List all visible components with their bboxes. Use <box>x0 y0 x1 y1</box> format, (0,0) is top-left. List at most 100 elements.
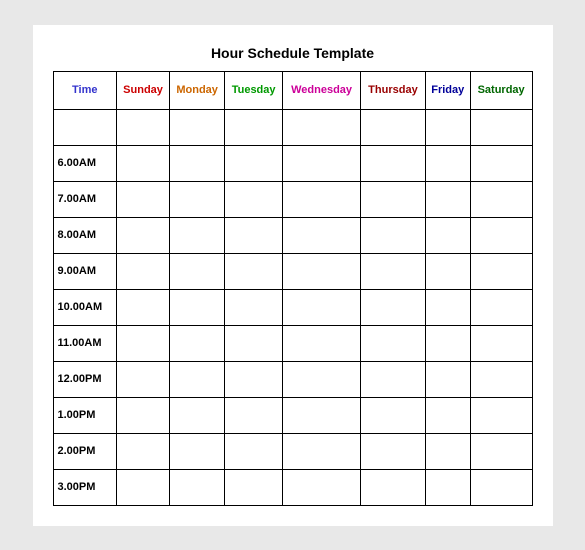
schedule-cell <box>470 469 532 505</box>
schedule-cell <box>170 433 225 469</box>
time-cell: 2.00PM <box>53 433 117 469</box>
schedule-cell <box>425 181 470 217</box>
table-row: 2.00PM <box>53 433 532 469</box>
table-row: 1.00PM <box>53 397 532 433</box>
schedule-cell <box>283 433 361 469</box>
schedule-cell <box>117 469 170 505</box>
col-tuesday: Tuesday <box>225 71 283 109</box>
schedule-table: Time Sunday Monday Tuesday Wednesday Thu… <box>53 71 533 506</box>
schedule-cell <box>283 109 361 145</box>
time-cell: 6.00AM <box>53 145 117 181</box>
schedule-cell <box>361 181 426 217</box>
schedule-cell <box>170 181 225 217</box>
col-time: Time <box>53 71 117 109</box>
time-cell <box>53 109 117 145</box>
schedule-cell <box>225 289 283 325</box>
time-cell: 8.00AM <box>53 217 117 253</box>
schedule-cell <box>170 361 225 397</box>
schedule-cell <box>361 217 426 253</box>
time-cell: 1.00PM <box>53 397 117 433</box>
schedule-cell <box>425 289 470 325</box>
schedule-cell <box>425 145 470 181</box>
schedule-page: Hour Schedule Template Time Sunday Monda… <box>33 25 553 526</box>
table-row: 10.00AM <box>53 289 532 325</box>
schedule-cell <box>117 181 170 217</box>
schedule-cell <box>283 145 361 181</box>
table-row: 11.00AM <box>53 325 532 361</box>
schedule-cell <box>117 253 170 289</box>
table-row: 8.00AM <box>53 217 532 253</box>
schedule-cell <box>361 253 426 289</box>
schedule-cell <box>225 433 283 469</box>
schedule-cell <box>170 325 225 361</box>
schedule-cell <box>361 397 426 433</box>
schedule-cell <box>117 289 170 325</box>
schedule-body: 6.00AM7.00AM8.00AM9.00AM10.00AM11.00AM12… <box>53 109 532 505</box>
schedule-cell <box>470 289 532 325</box>
schedule-cell <box>283 289 361 325</box>
schedule-cell <box>470 181 532 217</box>
schedule-cell <box>225 361 283 397</box>
table-row: 9.00AM <box>53 253 532 289</box>
time-cell: 9.00AM <box>53 253 117 289</box>
schedule-cell <box>117 397 170 433</box>
schedule-cell <box>425 253 470 289</box>
schedule-cell <box>361 325 426 361</box>
schedule-cell <box>470 109 532 145</box>
schedule-cell <box>225 145 283 181</box>
schedule-cell <box>425 109 470 145</box>
page-title: Hour Schedule Template <box>53 45 533 61</box>
time-cell: 11.00AM <box>53 325 117 361</box>
schedule-cell <box>225 469 283 505</box>
schedule-cell <box>470 217 532 253</box>
schedule-cell <box>425 397 470 433</box>
schedule-cell <box>117 325 170 361</box>
schedule-cell <box>470 433 532 469</box>
schedule-cell <box>117 145 170 181</box>
schedule-cell <box>470 253 532 289</box>
schedule-cell <box>283 217 361 253</box>
col-monday: Monday <box>170 71 225 109</box>
col-thursday: Thursday <box>361 71 426 109</box>
schedule-cell <box>283 361 361 397</box>
schedule-cell <box>470 145 532 181</box>
time-cell: 3.00PM <box>53 469 117 505</box>
schedule-cell <box>283 181 361 217</box>
col-friday: Friday <box>425 71 470 109</box>
col-saturday: Saturday <box>470 71 532 109</box>
col-sunday: Sunday <box>117 71 170 109</box>
schedule-cell <box>425 469 470 505</box>
schedule-cell <box>225 217 283 253</box>
schedule-cell <box>225 253 283 289</box>
time-cell: 12.00PM <box>53 361 117 397</box>
schedule-cell <box>170 289 225 325</box>
col-wednesday: Wednesday <box>283 71 361 109</box>
time-cell: 10.00AM <box>53 289 117 325</box>
schedule-cell <box>117 217 170 253</box>
schedule-cell <box>361 145 426 181</box>
schedule-cell <box>470 325 532 361</box>
schedule-cell <box>225 181 283 217</box>
table-row <box>53 109 532 145</box>
schedule-cell <box>470 397 532 433</box>
schedule-cell <box>283 253 361 289</box>
header-row: Time Sunday Monday Tuesday Wednesday Thu… <box>53 71 532 109</box>
schedule-cell <box>170 253 225 289</box>
schedule-cell <box>225 397 283 433</box>
table-row: 7.00AM <box>53 181 532 217</box>
schedule-cell <box>170 469 225 505</box>
schedule-cell <box>170 145 225 181</box>
schedule-cell <box>470 361 532 397</box>
table-row: 6.00AM <box>53 145 532 181</box>
schedule-cell <box>361 361 426 397</box>
schedule-cell <box>283 397 361 433</box>
schedule-cell <box>170 217 225 253</box>
schedule-cell <box>283 325 361 361</box>
schedule-cell <box>425 325 470 361</box>
table-row: 3.00PM <box>53 469 532 505</box>
schedule-cell <box>361 433 426 469</box>
schedule-cell <box>283 469 361 505</box>
schedule-cell <box>361 109 426 145</box>
schedule-cell <box>425 361 470 397</box>
schedule-cell <box>117 109 170 145</box>
